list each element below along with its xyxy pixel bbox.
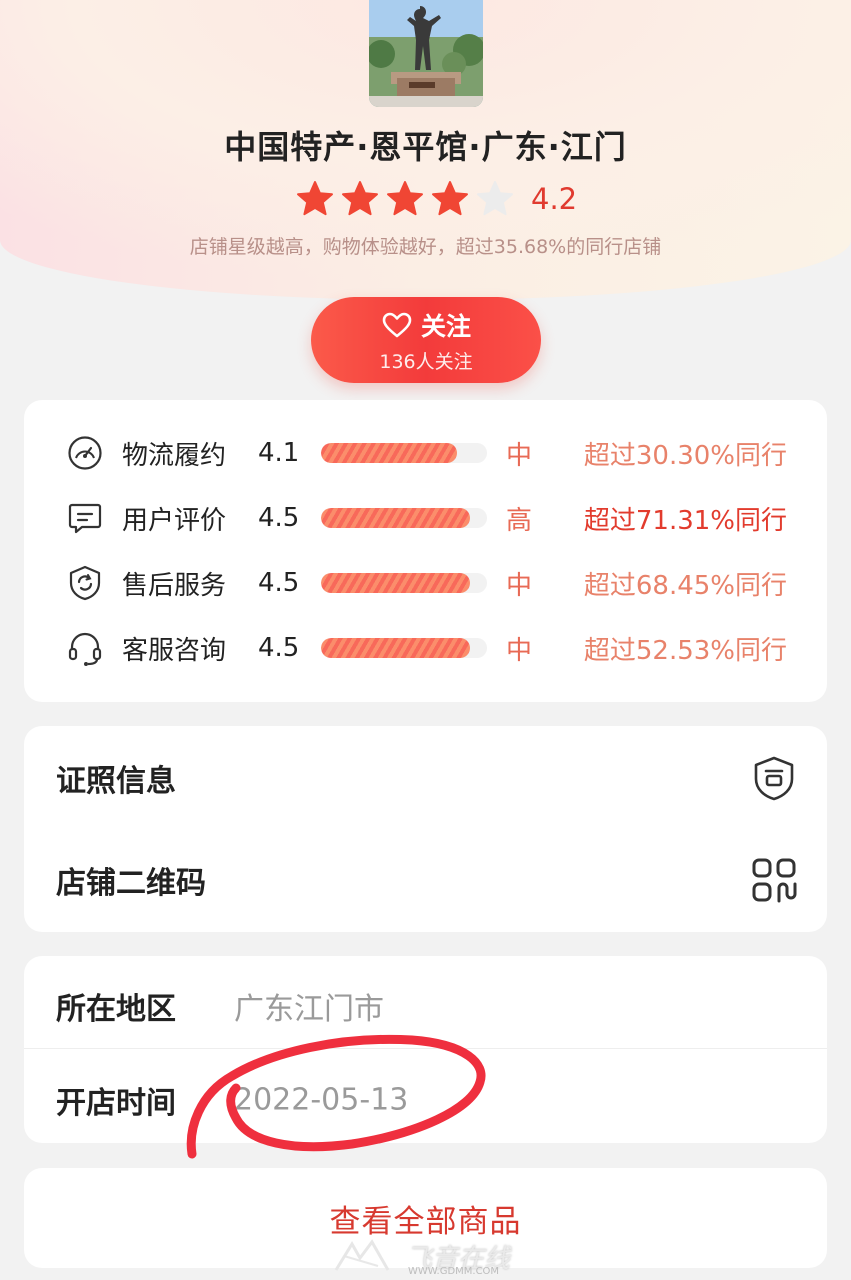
- metric-level: 高: [506, 505, 533, 536]
- metric-level: 中: [506, 570, 533, 601]
- star-filled-icon: [432, 181, 468, 216]
- star-filled-icon: [387, 181, 423, 216]
- shop-info-card: 所在地区 广东江门市 开店时间 2022-05-13: [24, 956, 827, 1143]
- shop-name: 中国特产·恩平馆·广东·江门: [224, 128, 627, 166]
- license-shield-icon: [754, 756, 794, 801]
- metric-bar: [321, 638, 487, 658]
- metric-label: 售后服务: [122, 570, 227, 601]
- metric-compare: 超过71.31%同行: [583, 505, 787, 536]
- follow-label: 关注: [420, 311, 471, 341]
- license-info-row[interactable]: 证照信息: [24, 728, 827, 828]
- shop-avatar[interactable]: [369, 0, 483, 107]
- comment-icon: [68, 503, 102, 534]
- watermark-logo-icon: [334, 1239, 390, 1271]
- star-filled-icon: [297, 181, 333, 216]
- open-date-value: 2022-05-13: [234, 1082, 409, 1118]
- metric-score: 4.5: [258, 633, 300, 663]
- rating-description: 店铺星级越高，购物体验越好，超过35.68%的同行店铺: [189, 236, 662, 258]
- metric-bar-fill: [321, 443, 458, 463]
- metric-compare: 超过30.30%同行: [583, 440, 787, 471]
- metric-label: 客服咨询: [122, 635, 227, 666]
- region-value: 广东江门市: [234, 992, 384, 1027]
- watermark-url: WWW.GDMM.COM: [408, 1266, 500, 1277]
- qr-code-icon: [752, 858, 797, 903]
- metric-score: 4.5: [258, 503, 300, 533]
- license-info-label: 证照信息: [56, 764, 176, 799]
- metric-row-customer-service: 客服咨询 4.5 中 超过52.53%同行: [24, 628, 827, 668]
- metric-bar-fill: [321, 573, 471, 593]
- metric-bar: [321, 443, 487, 463]
- heart-icon: [382, 312, 412, 337]
- follower-count: 136人关注: [379, 350, 473, 373]
- refresh-shield-icon: [69, 565, 101, 601]
- speedometer-icon: [68, 436, 102, 470]
- metric-bar-fill: [321, 508, 471, 528]
- open-date-label: 开店时间: [56, 1086, 176, 1121]
- metric-compare: 超过68.45%同行: [583, 570, 787, 601]
- region-label: 所在地区: [56, 992, 176, 1027]
- shop-metrics-card: 物流履约 4.1 中 超过30.30%同行 用户评价 4.5 高 超过71.31…: [24, 400, 827, 702]
- follow-button[interactable]: 关注 136人关注: [311, 297, 541, 383]
- divider: [24, 1048, 827, 1049]
- site-watermark: 飞音在线 WWW.GDMM.COM: [330, 1236, 530, 1280]
- star-filled-icon: [342, 181, 378, 216]
- shop-qr-code-label: 店铺二维码: [56, 866, 206, 901]
- metric-compare: 超过52.53%同行: [583, 635, 787, 666]
- metric-bar: [321, 573, 487, 593]
- metric-row-reviews: 用户评价 4.5 高 超过71.31%同行: [24, 498, 827, 538]
- metric-bar: [321, 508, 487, 528]
- metric-level: 中: [506, 440, 533, 471]
- view-all-products-label: 查看全部商品: [329, 1203, 522, 1240]
- metric-score: 4.5: [258, 568, 300, 598]
- metric-score: 4.1: [258, 438, 300, 468]
- shop-rating: 4.2: [296, 180, 577, 218]
- rating-value: 4.2: [531, 182, 578, 216]
- metric-row-logistics: 物流履约 4.1 中 超过30.30%同行: [24, 433, 827, 473]
- headset-icon: [68, 632, 102, 666]
- star-empty-icon: [477, 181, 513, 216]
- metric-label: 物流履约: [122, 440, 227, 471]
- metric-level: 中: [506, 635, 533, 666]
- statue-photo-image: [369, 0, 483, 107]
- shop-qr-code-row[interactable]: 店铺二维码: [24, 830, 827, 930]
- metric-bar-fill: [321, 638, 471, 658]
- open-date-row: 开店时间 2022-05-13: [24, 1054, 827, 1146]
- metric-row-after-sales: 售后服务 4.5 中 超过68.45%同行: [24, 563, 827, 603]
- region-row: 所在地区 广东江门市: [24, 960, 827, 1052]
- metric-label: 用户评价: [122, 505, 227, 536]
- shop-links-card: 证照信息 店铺二维码: [24, 726, 827, 932]
